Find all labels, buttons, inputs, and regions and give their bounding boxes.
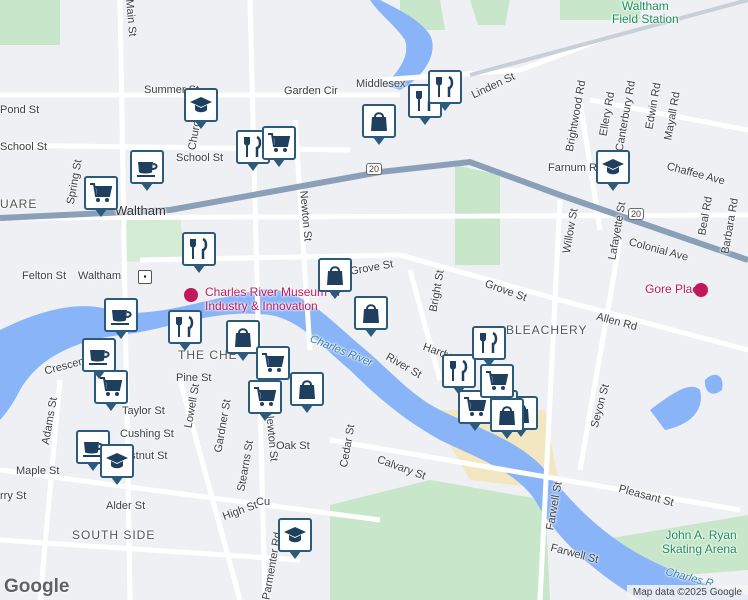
street-label: Maple St xyxy=(16,465,60,477)
shopping-marker[interactable] xyxy=(226,320,260,361)
waltham-station-label: Waltham xyxy=(78,270,121,282)
shopping-cart-icon xyxy=(253,385,277,409)
shopping-bag-icon xyxy=(495,403,519,427)
shopping-bag-icon xyxy=(323,263,347,287)
coffee-cup-icon xyxy=(87,343,111,367)
restaurant-marker[interactable] xyxy=(472,326,506,367)
shopping-bag-icon xyxy=(295,377,319,401)
school-marker[interactable] xyxy=(184,88,218,129)
street-label: Middlesex xyxy=(356,78,406,90)
street-label: Taylor St xyxy=(122,405,165,417)
graduation-cap-icon xyxy=(189,93,213,117)
route-20-shield: 20 xyxy=(366,163,383,175)
shopping-marker[interactable] xyxy=(354,296,388,337)
google-logo: Google xyxy=(4,576,70,597)
graduation-cap-icon xyxy=(283,523,307,547)
street-label: Cu xyxy=(256,496,271,508)
cemetery-park xyxy=(330,480,550,600)
restaurant-marker[interactable] xyxy=(182,232,216,273)
fork-knife-icon xyxy=(477,331,501,355)
shopping-marker[interactable] xyxy=(318,258,352,299)
coffee-cup-icon xyxy=(135,155,159,179)
shopping-bag-icon xyxy=(359,301,383,325)
cafe-marker[interactable] xyxy=(130,150,164,191)
waltham-field-station-label: Waltham Field Station xyxy=(612,0,679,26)
fork-knife-icon xyxy=(187,237,211,261)
coffee-cup-icon xyxy=(109,303,133,327)
street-label: Pine St xyxy=(176,372,212,384)
shopping-cart-icon xyxy=(485,369,509,393)
shopping-bag-icon xyxy=(367,109,391,133)
grocery-marker[interactable] xyxy=(480,364,514,405)
school-marker[interactable] xyxy=(100,444,134,485)
bleachery-label: BLEACHERY xyxy=(506,323,588,337)
gore-place-icon[interactable] xyxy=(694,283,708,297)
grocery-marker[interactable] xyxy=(262,126,296,167)
shopping-cart-icon xyxy=(463,395,487,419)
route-20-shield: 20 xyxy=(628,208,645,220)
school-marker[interactable] xyxy=(278,518,312,559)
shopping-cart-icon xyxy=(89,181,113,205)
cafe-marker[interactable] xyxy=(104,298,138,339)
shopping-marker[interactable] xyxy=(290,372,324,413)
fork-knife-icon xyxy=(447,359,471,383)
south-side-label: SOUTH SIDE xyxy=(72,528,156,542)
street-label: Oak St xyxy=(276,440,310,452)
grocery-marker[interactable] xyxy=(248,380,282,421)
shopping-cart-icon xyxy=(267,131,291,155)
street-label: Pond St xyxy=(0,104,40,116)
street-label: Farnum Rd xyxy=(548,162,604,174)
grocery-marker[interactable] xyxy=(84,176,118,217)
street-label: School St xyxy=(176,152,224,164)
street-label: Cushing St xyxy=(120,428,174,440)
map-canvas[interactable]: Waltham Field Station Waltham Waltham ▪ … xyxy=(0,0,748,600)
shopping-cart-icon xyxy=(261,351,285,375)
street-label: School St xyxy=(0,141,48,153)
restaurant-marker[interactable] xyxy=(428,70,462,111)
cafe-marker[interactable] xyxy=(82,338,116,379)
square-label: UARE xyxy=(0,197,38,211)
shopping-bag-icon xyxy=(231,325,255,349)
fork-knife-icon xyxy=(433,75,457,99)
street-label: Garden Cir xyxy=(284,85,338,97)
graduation-cap-icon xyxy=(105,449,129,473)
grocery-marker[interactable] xyxy=(256,346,290,387)
street-label: rry St xyxy=(0,490,27,502)
museum-icon[interactable] xyxy=(184,288,198,302)
school-marker[interactable] xyxy=(596,150,630,191)
shopping-marker[interactable] xyxy=(362,104,396,145)
street-label: Felton St xyxy=(22,270,67,282)
restaurant-marker[interactable] xyxy=(442,354,476,395)
shopping-marker[interactable] xyxy=(490,398,524,439)
restaurant-marker[interactable] xyxy=(168,310,202,351)
waltham-label: Waltham xyxy=(115,203,166,218)
map-attribution[interactable]: Map data ©2025 Google xyxy=(626,585,748,600)
nw-park xyxy=(0,0,60,45)
street-label: Alder St xyxy=(106,500,146,512)
graduation-cap-icon xyxy=(601,155,625,179)
john-a-ryan-label[interactable]: John A. Ryan Skating Arena xyxy=(662,528,737,556)
fork-knife-icon xyxy=(173,315,197,339)
train-station-icon: ▪ xyxy=(138,270,152,284)
